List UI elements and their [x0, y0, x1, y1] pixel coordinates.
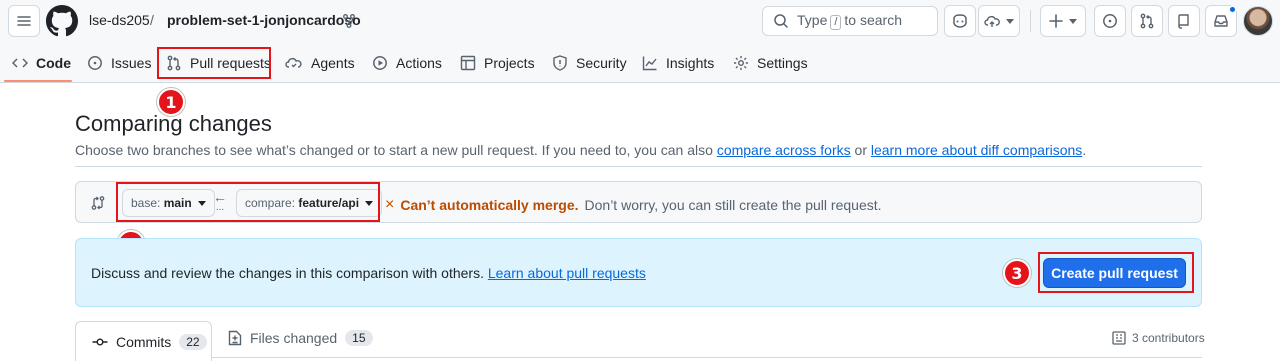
tab-actions-label: Actions — [396, 55, 442, 71]
graph-icon — [642, 56, 657, 71]
agents-icon — [285, 57, 302, 68]
github-logo[interactable] — [46, 5, 78, 37]
breadcrumb-repo[interactable]: problem-set-1-jonjoncardoso — [167, 12, 361, 28]
header-divider — [1030, 10, 1031, 32]
people-icon — [1112, 331, 1126, 345]
inbox-icon — [1214, 15, 1228, 27]
breadcrumb-owner[interactable]: lse-ds205 — [89, 12, 150, 28]
commits-counter: 22 — [179, 333, 207, 350]
codespaces-menu-button[interactable] — [978, 5, 1020, 37]
menu-icon — [17, 16, 31, 26]
search-placeholder-prefix: Type — [797, 12, 828, 28]
tab-projects[interactable]: Projects — [460, 45, 535, 81]
files-counter: 15 — [345, 330, 373, 346]
tab-commits-label: Commits — [116, 333, 172, 350]
learn-diff-comparisons-link[interactable]: learn more about diff comparisons — [871, 142, 1082, 158]
active-tab-underline — [4, 80, 72, 82]
play-icon — [373, 56, 387, 70]
tab-code[interactable]: Code — [12, 45, 71, 81]
tab-security-label: Security — [576, 55, 627, 71]
step-badge-3: 3 — [1003, 259, 1031, 287]
contributors-label: 3 contributors — [1132, 331, 1205, 345]
tab-files-changed[interactable]: Files changed 15 — [228, 330, 373, 346]
pull-requests-button[interactable] — [1131, 5, 1163, 37]
contributors[interactable]: 3 contributors — [1112, 331, 1205, 345]
code-cloud-icon — [984, 15, 1000, 27]
subtitle-or: or — [850, 142, 871, 158]
tab-agents[interactable]: Agents — [285, 45, 355, 81]
tab-code-label: Code — [36, 55, 71, 71]
code-icon — [12, 58, 28, 68]
tabs-divider — [75, 357, 1202, 358]
tab-settings[interactable]: Settings — [733, 45, 808, 81]
commit-icon — [92, 337, 108, 345]
gear-icon — [734, 56, 748, 70]
tab-insights-label: Insights — [666, 55, 715, 71]
tab-issues-label: Issues — [111, 55, 152, 71]
tab-security[interactable]: Security — [552, 45, 627, 81]
tab-insights[interactable]: Insights — [642, 45, 714, 81]
learn-pull-requests-link[interactable]: Learn about pull requests — [488, 265, 646, 281]
issues-button[interactable] — [1094, 5, 1126, 37]
blurb-message: Discuss and review the changes in this c… — [91, 265, 484, 281]
tab-files-changed-label: Files changed — [250, 330, 338, 346]
page-subtitle: Choose two branches to see what’s change… — [75, 142, 1086, 158]
tab-agents-label: Agents — [311, 55, 355, 71]
create-new-button[interactable] — [1040, 5, 1086, 37]
merge-status-bad: Can’t automatically merge. — [400, 197, 579, 213]
copilot-button[interactable] — [944, 5, 976, 37]
file-diff-icon — [228, 330, 242, 346]
tab-actions[interactable]: Actions — [372, 45, 442, 81]
highlight-create-button — [1038, 252, 1194, 293]
chevron-down-icon — [1069, 18, 1077, 24]
tab-settings-label: Settings — [757, 55, 808, 71]
compare-across-forks-link[interactable]: compare across forks — [717, 142, 851, 158]
table-icon — [460, 55, 476, 71]
subtitle-text: Choose two branches to see what’s change… — [75, 142, 717, 158]
compare-arrows-icon — [91, 195, 105, 211]
merge-status: × Can’t automatically merge. Don’t worry… — [385, 196, 882, 214]
search-shortcut-key: / — [830, 15, 842, 30]
search-input[interactable]: Type / to search — [762, 6, 938, 36]
plus-icon — [1049, 14, 1063, 28]
tab-issues[interactable]: Issues — [87, 45, 151, 81]
shield-icon — [553, 55, 567, 71]
repo-icon — [1178, 14, 1189, 29]
chevron-down-icon — [1006, 18, 1014, 24]
merge-status-note: Don’t worry, you can still create the pu… — [584, 197, 882, 213]
copilot-icon — [953, 14, 967, 28]
divider — [75, 166, 1202, 167]
breadcrumb-separator: / — [150, 12, 154, 28]
issues-icon — [1103, 14, 1117, 28]
pull-request-icon — [1140, 13, 1154, 29]
fork-icon — [343, 14, 355, 28]
tab-commits[interactable]: Commits 22 — [75, 321, 212, 361]
repositories-button[interactable] — [1168, 5, 1200, 37]
issue-icon — [88, 56, 102, 70]
x-icon: × — [385, 196, 395, 213]
highlight-branch-selectors — [116, 182, 380, 222]
search-icon — [774, 14, 788, 28]
notification-indicator — [1228, 5, 1237, 14]
blurb-text: Discuss and review the changes in this c… — [91, 265, 646, 281]
tab-projects-label: Projects — [484, 55, 535, 71]
highlight-pull-requests — [157, 47, 271, 79]
menu-button[interactable] — [8, 5, 40, 37]
avatar[interactable] — [1243, 6, 1273, 36]
page-title: Comparing changes — [75, 111, 272, 136]
subtitle-end: . — [1082, 142, 1087, 158]
search-placeholder-suffix: to search — [844, 12, 903, 28]
